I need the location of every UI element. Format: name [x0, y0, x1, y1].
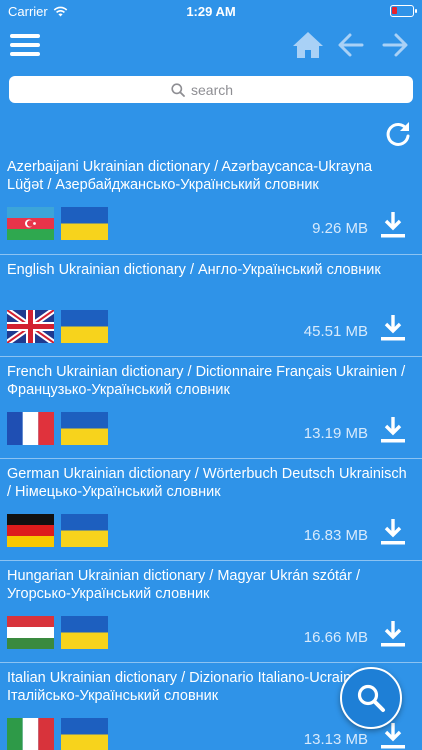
dictionary-title: English Ukrainian dictionary / Англо-Укр…: [7, 262, 381, 278]
battery-icon: [390, 5, 417, 17]
ukraine-flag-icon: [61, 207, 108, 240]
list-item[interactable]: French Ukrainian dictionary / Dictionnai…: [0, 356, 422, 458]
status-time: 1:29 AM: [186, 4, 236, 19]
home-icon[interactable]: [292, 30, 324, 60]
search-icon: [171, 82, 185, 97]
file-size: 45.51 MB: [303, 323, 368, 340]
ukraine-flag-icon: [61, 412, 108, 445]
download-icon[interactable]: [380, 518, 406, 546]
flag-pair: [7, 310, 108, 343]
flag-pair: [7, 207, 108, 240]
nav-bar: [0, 24, 422, 68]
dictionary-title: German Ukrainian dictionary / Wörterbuch…: [7, 466, 407, 500]
file-size: 13.19 MB: [303, 425, 368, 442]
search-fab-button[interactable]: [340, 667, 402, 729]
menu-button[interactable]: [10, 34, 40, 56]
search-icon: [357, 684, 385, 712]
arrow-right-icon[interactable]: [380, 30, 410, 60]
dictionary-title: French Ukrainian dictionary / Dictionnai…: [7, 364, 406, 398]
germany-flag-icon: [7, 514, 54, 547]
file-size: 16.66 MB: [303, 629, 368, 646]
dictionary-title: Azerbaijani Ukrainian dictionary / Azərb…: [7, 159, 373, 193]
ukraine-flag-icon: [61, 310, 108, 343]
uk-flag-icon: [7, 310, 54, 343]
list-item[interactable]: German Ukrainian dictionary / Wörterbuch…: [0, 458, 422, 560]
italy-flag-icon: [7, 718, 54, 750]
file-size: 16.83 MB: [303, 527, 368, 544]
ukraine-flag-icon: [61, 718, 108, 750]
download-icon[interactable]: [380, 416, 406, 444]
list-item[interactable]: English Ukrainian dictionary / Англо-Укр…: [0, 254, 422, 356]
status-bar: Carrier 1:29 AM: [0, 0, 422, 24]
flag-pair: [7, 718, 108, 750]
flag-pair: [7, 514, 108, 547]
list-item[interactable]: Azerbaijani Ukrainian dictionary / Azərb…: [0, 152, 422, 254]
flag-pair: [7, 616, 108, 649]
dictionary-list: Azerbaijani Ukrainian dictionary / Azərb…: [0, 152, 422, 750]
ukraine-flag-icon: [61, 616, 108, 649]
ukraine-flag-icon: [61, 514, 108, 547]
list-item[interactable]: Hungarian Ukrainian dictionary / Magyar …: [0, 560, 422, 662]
dictionary-title: Hungarian Ukrainian dictionary / Magyar …: [7, 568, 360, 602]
download-icon[interactable]: [380, 211, 406, 239]
download-icon[interactable]: [380, 314, 406, 342]
hungary-flag-icon: [7, 616, 54, 649]
file-size: 13.13 MB: [303, 731, 368, 748]
arrow-left-icon[interactable]: [336, 30, 366, 60]
france-flag-icon: [7, 412, 54, 445]
search-bar[interactable]: [9, 76, 413, 103]
search-input[interactable]: [191, 81, 251, 98]
azerbaijan-flag-icon: [7, 207, 54, 240]
file-size: 9.26 MB: [312, 220, 368, 237]
refresh-icon[interactable]: [384, 120, 412, 148]
flag-pair: [7, 412, 108, 445]
download-icon[interactable]: [380, 620, 406, 648]
